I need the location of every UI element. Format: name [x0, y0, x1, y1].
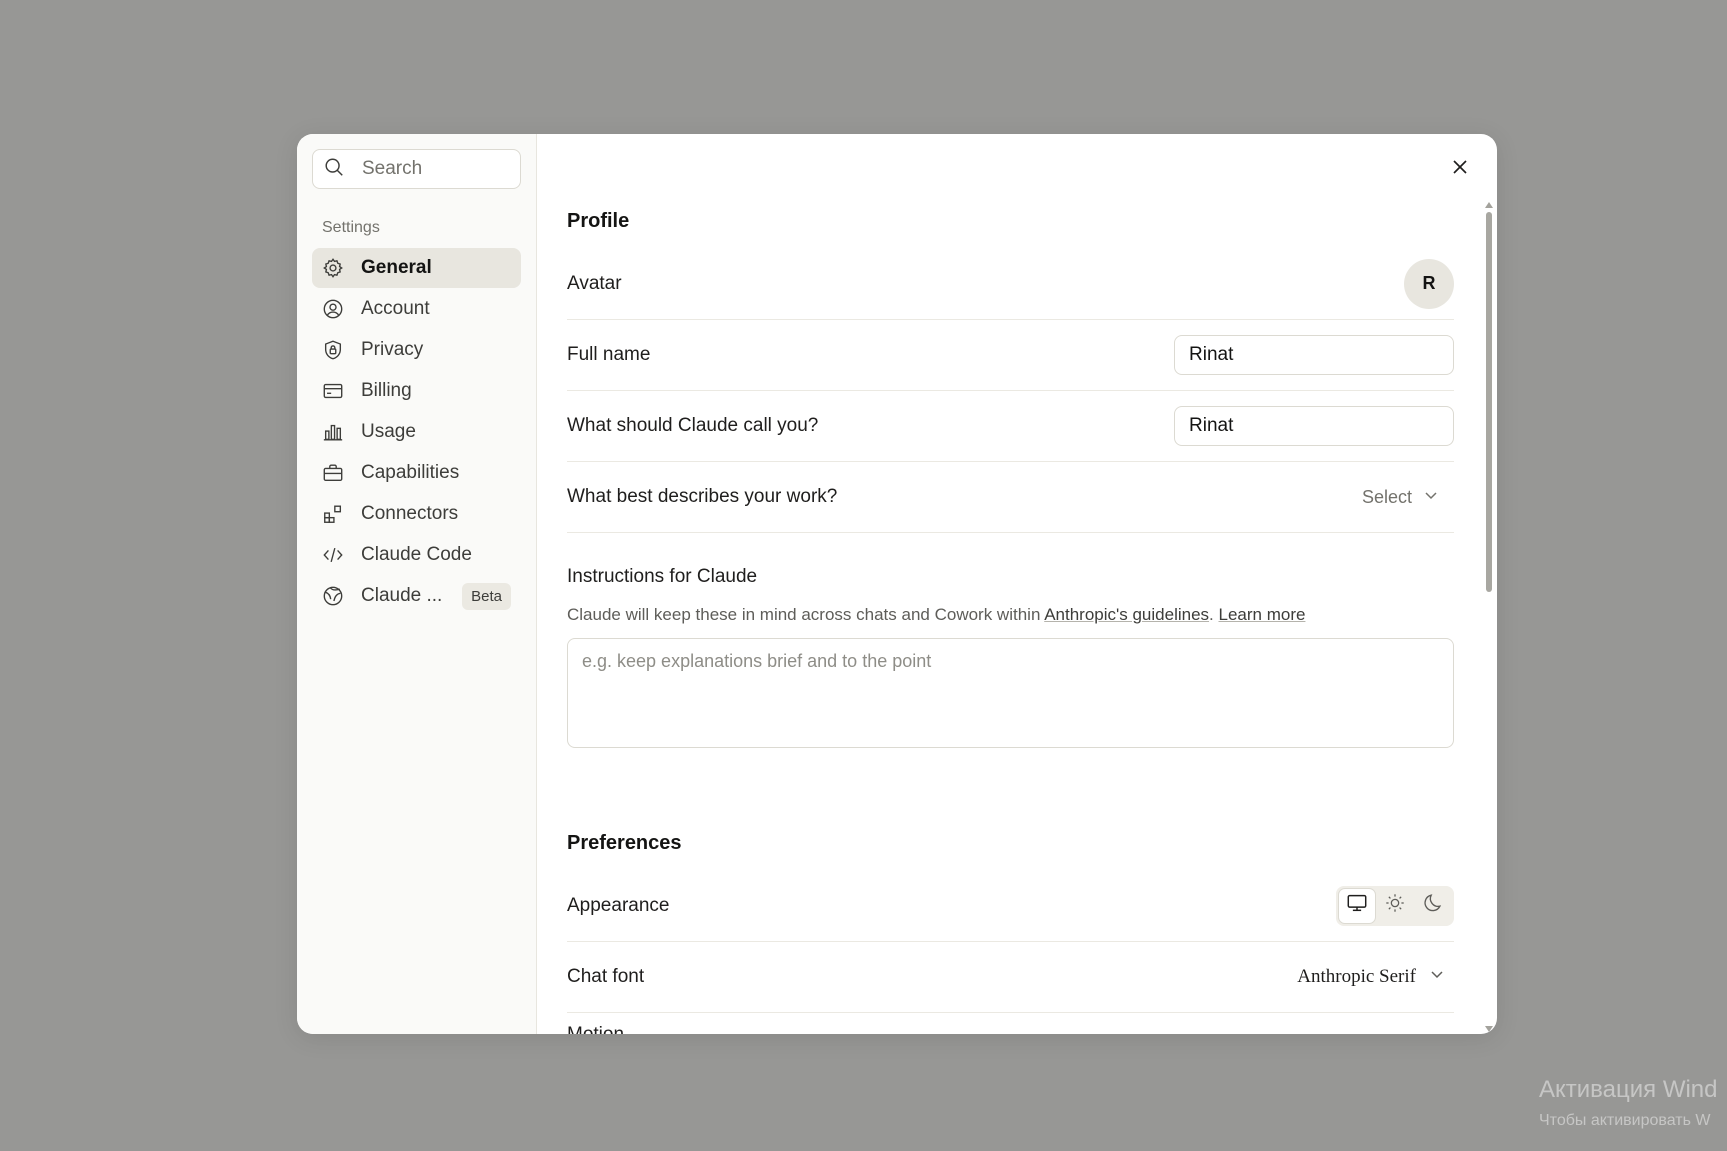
- avatar[interactable]: R: [1404, 258, 1454, 309]
- close-icon: [1451, 158, 1469, 181]
- chat-font-select[interactable]: Anthropic Serif: [1297, 965, 1446, 989]
- theme-system-button[interactable]: [1339, 888, 1375, 923]
- chat-font-value: Anthropic Serif: [1297, 966, 1416, 987]
- appearance-toggle: [1336, 885, 1454, 926]
- motion-label: Motion: [567, 1024, 624, 1034]
- scroll-down-arrow[interactable]: [1485, 1026, 1493, 1032]
- scroll-up-arrow[interactable]: [1485, 202, 1493, 208]
- sidebar-item-label: Claude ...: [361, 585, 443, 606]
- code-icon: [322, 544, 344, 566]
- sidebar-item-capabilities[interactable]: Capabilities: [312, 453, 521, 493]
- sidebar-item-claude-in-chrome[interactable]: Claude ... Beta: [312, 576, 521, 616]
- settings-main: Profile Avatar R Full name What should C…: [537, 134, 1497, 1034]
- avatar-row: Avatar R: [567, 248, 1454, 320]
- moon-icon: [1422, 892, 1444, 919]
- shield-lock-icon: [322, 339, 344, 361]
- appearance-row: Appearance: [567, 870, 1454, 942]
- watermark-line1: Активация Wind: [1539, 1076, 1718, 1103]
- preferences-title: Preferences: [567, 832, 682, 854]
- sidebar-item-label: Connectors: [361, 503, 459, 524]
- sidebar-item-label: Claude Code: [361, 544, 472, 565]
- instructions-desc-text: Claude will keep these in mind across ch…: [567, 605, 1045, 624]
- sidebar-item-usage[interactable]: Usage: [312, 412, 521, 452]
- settings-dialog: Settings General Account Privacy Billing: [297, 134, 1497, 1034]
- sidebar-section-label: Settings: [322, 219, 380, 236]
- sidebar-item-general[interactable]: General: [312, 248, 521, 288]
- beta-badge: Beta: [462, 582, 511, 610]
- work-row: What best describes your work? Select: [567, 462, 1454, 533]
- globe-icon: [322, 585, 344, 607]
- instructions-desc-sep: .: [1209, 605, 1219, 624]
- chat-font-row: Chat font Anthropic Serif: [567, 942, 1454, 1013]
- instructions-title: Instructions for Claude: [567, 566, 758, 587]
- scroll-thumb[interactable]: [1486, 212, 1492, 592]
- full-name-label: Full name: [567, 344, 651, 365]
- guidelines-link[interactable]: Anthropic's guidelines: [1044, 605, 1209, 624]
- work-label: What best describes your work?: [567, 486, 838, 507]
- full-name-field[interactable]: [1174, 335, 1454, 375]
- sidebar-item-label: Capabilities: [361, 462, 460, 483]
- bar-chart-icon: [322, 421, 344, 443]
- search-input[interactable]: [362, 158, 502, 180]
- theme-light-button[interactable]: [1377, 889, 1413, 923]
- work-select[interactable]: Select: [1362, 486, 1440, 509]
- sidebar-item-label: Billing: [361, 380, 412, 401]
- sidebar-item-label: General: [361, 257, 432, 278]
- credit-card-icon: [322, 380, 344, 402]
- sun-icon: [1384, 892, 1406, 919]
- chevron-down-icon: [1412, 486, 1440, 509]
- call-you-label: What should Claude call you?: [567, 415, 819, 436]
- search-icon: [323, 156, 345, 183]
- settings-sidebar: Settings General Account Privacy Billing: [297, 134, 537, 1034]
- scrollbar[interactable]: [1484, 202, 1494, 1034]
- sidebar-item-privacy[interactable]: Privacy: [312, 330, 521, 370]
- close-button[interactable]: [1445, 154, 1475, 184]
- blocks-icon: [322, 503, 344, 525]
- monitor-icon: [1346, 892, 1368, 919]
- briefcase-icon: [322, 462, 344, 484]
- user-circle-icon: [322, 298, 344, 320]
- sidebar-item-billing[interactable]: Billing: [312, 371, 521, 411]
- profile-title: Profile: [567, 210, 630, 232]
- appearance-label: Appearance: [567, 894, 670, 916]
- sidebar-item-label: Account: [361, 298, 430, 319]
- work-select-value: Select: [1361, 486, 1412, 507]
- chat-font-label: Chat font: [567, 966, 645, 987]
- gear-icon: [322, 257, 344, 279]
- sidebar-item-label: Privacy: [361, 339, 424, 360]
- call-you-field[interactable]: [1174, 406, 1454, 446]
- avatar-label: Avatar: [567, 272, 622, 294]
- chevron-down-icon: [1416, 965, 1446, 989]
- call-you-row: What should Claude call you?: [567, 391, 1454, 462]
- full-name-row: Full name: [567, 320, 1454, 391]
- sidebar-item-connectors[interactable]: Connectors: [312, 494, 521, 534]
- sidebar-item-claude-code[interactable]: Claude Code: [312, 535, 521, 575]
- sidebar-item-label: Usage: [361, 421, 416, 442]
- search-box[interactable]: [312, 149, 521, 189]
- sidebar-item-account[interactable]: Account: [312, 289, 521, 329]
- learn-more-link[interactable]: Learn more: [1219, 605, 1306, 624]
- watermark-line2: Чтобы активировать W: [1539, 1112, 1711, 1129]
- theme-dark-button[interactable]: [1415, 889, 1451, 923]
- instructions-description: Claude will keep these in mind across ch…: [567, 605, 1305, 625]
- instructions-textarea[interactable]: [567, 638, 1454, 748]
- windows-activation-watermark: Активация Wind Чтобы активировать W: [1539, 1076, 1718, 1130]
